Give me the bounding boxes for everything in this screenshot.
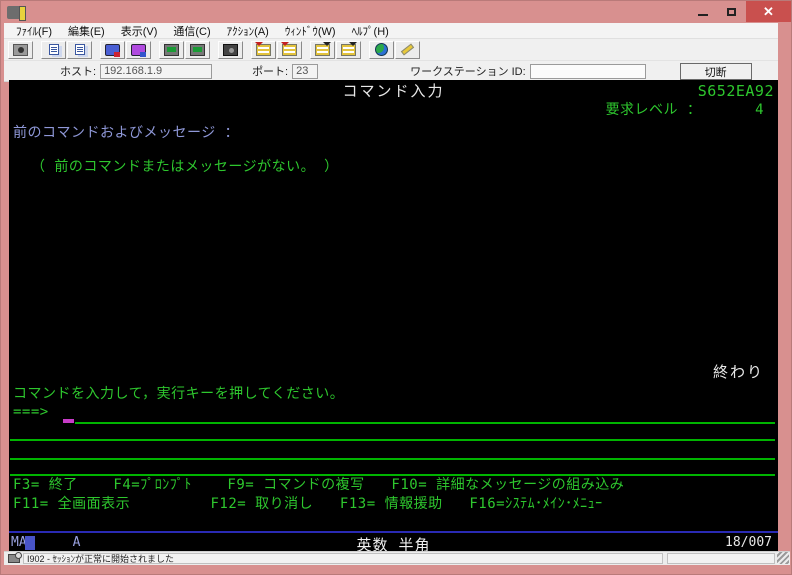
receive-file-icon xyxy=(131,44,146,56)
menu-help[interactable]: ﾍﾙﾌﾟ(H) xyxy=(344,22,397,40)
copy-button[interactable] xyxy=(41,41,66,59)
play-macro-icon xyxy=(315,44,330,56)
command-input-line-3[interactable] xyxy=(10,458,775,460)
display-setup-button[interactable] xyxy=(185,41,210,59)
web-browser-icon xyxy=(375,43,388,56)
command-prompt-message: コマンドを入力して，実行キーを押してください。 xyxy=(13,386,344,402)
oia-cursor-position: 18/007 xyxy=(725,535,772,550)
connection-bar: ホスト: ポート: ワークステーション ID: 切断 xyxy=(4,61,778,82)
command-input-prompt: ===> xyxy=(13,404,49,420)
stop-macro-icon xyxy=(282,44,297,56)
window-chrome: ﾌｧｲﾙ(F) 編集(E) 表示(V) 通信(C) ｱｸｼｮﾝ(A) ｳｨﾝﾄﾞ… xyxy=(4,23,778,82)
end-marker: 終わり xyxy=(713,364,764,380)
record-macro-button[interactable] xyxy=(251,41,276,59)
screen-capture-button[interactable] xyxy=(218,41,243,59)
operator-information-area: MA A 英数 半角 18/007 xyxy=(9,531,778,551)
text-cursor xyxy=(63,419,74,423)
function-keys-row-2: F11= 全画面表示 F12= 取り消し F13= 情報援助 F16=ｼｽﾃﾑ･… xyxy=(13,496,603,512)
command-input-line-1[interactable] xyxy=(75,422,775,424)
maximize-icon[interactable] xyxy=(717,1,746,22)
menu-communication[interactable]: 通信(C) xyxy=(165,22,218,40)
send-file-icon xyxy=(105,44,120,56)
function-keys-row-1: F3= 終了 F4=ﾌﾟﾛﾝﾌﾟﾄ F9= コマンドの複写 F10= 詳細なメッ… xyxy=(13,477,624,493)
terminal-screen[interactable]: コマンド入力 S652EA92 要求レベル ： 4 前のコマンドおよびメッセージ… xyxy=(9,80,778,531)
send-file-button[interactable] xyxy=(100,41,125,59)
system-id: S652EA92 xyxy=(698,83,774,99)
previous-commands-label: 前のコマンドおよびメッセージ ： xyxy=(13,125,239,141)
new-session-icon xyxy=(13,44,28,56)
menubar: ﾌｧｲﾙ(F) 編集(E) 表示(V) 通信(C) ｱｸｼｮﾝ(A) ｳｨﾝﾄﾞ… xyxy=(4,23,778,39)
minimize-icon[interactable] xyxy=(688,1,717,22)
record-macro-icon xyxy=(256,44,271,56)
request-level: 要求レベル ： 4 xyxy=(606,102,764,118)
status-message: I902 - ｾｯｼｮﾝが正常に開始されました xyxy=(23,553,663,564)
pen-button[interactable] xyxy=(395,41,420,59)
menu-edit[interactable]: 編集(E) xyxy=(60,22,113,40)
new-session-button[interactable] xyxy=(8,41,33,59)
screen-capture-icon xyxy=(223,44,238,56)
emulator-window: ✕ ﾌｧｲﾙ(F) 編集(E) 表示(V) 通信(C) ｱｸｼｮﾝ(A) ｳｨﾝ… xyxy=(0,0,792,575)
paste-icon xyxy=(75,44,85,55)
host-label: ホスト: xyxy=(60,63,96,79)
workstation-id-input[interactable] xyxy=(530,64,646,79)
command-input-line-2[interactable] xyxy=(10,439,775,441)
menu-actions[interactable]: ｱｸｼｮﾝ(A) xyxy=(219,22,277,40)
titlebar[interactable]: ✕ xyxy=(1,1,791,23)
session-status-icon xyxy=(8,554,20,563)
menu-window[interactable]: ｳｨﾝﾄﾞｳ(W) xyxy=(277,22,344,40)
disconnect-button[interactable]: 切断 xyxy=(680,63,752,80)
display-setup-icon xyxy=(190,44,205,56)
web-browser-button[interactable] xyxy=(369,41,394,59)
statusbar: I902 - ｾｯｼｮﾝが正常に開始されました xyxy=(4,551,790,565)
display-session-button[interactable] xyxy=(159,41,184,59)
toolbar xyxy=(4,39,778,61)
copy-icon xyxy=(49,44,59,55)
keyboard-map-button[interactable] xyxy=(336,41,361,59)
pen-icon xyxy=(401,44,414,56)
menu-view[interactable]: 表示(V) xyxy=(113,22,166,40)
keyboard-map-icon xyxy=(341,44,356,56)
menu-file[interactable]: ﾌｧｲﾙ(F) xyxy=(8,22,60,40)
receive-file-button[interactable] xyxy=(126,41,151,59)
no-previous-message: （ 前のコマンドまたはメッセージがない。 ） xyxy=(31,159,339,175)
play-macro-button[interactable] xyxy=(310,41,335,59)
display-session-icon xyxy=(164,44,179,56)
workstation-id-label: ワークステーション ID: xyxy=(410,63,526,79)
port-label: ポート: xyxy=(252,63,288,79)
resize-grip-icon[interactable] xyxy=(777,552,789,564)
stop-macro-button[interactable] xyxy=(277,41,302,59)
paste-button[interactable] xyxy=(67,41,92,59)
screen-title: コマンド入力 xyxy=(9,83,778,99)
command-input-line-4[interactable] xyxy=(10,474,775,476)
app-icon xyxy=(7,6,22,19)
status-panel-secondary xyxy=(667,553,775,564)
host-input[interactable] xyxy=(100,64,212,79)
close-icon[interactable]: ✕ xyxy=(746,1,791,22)
port-input[interactable] xyxy=(292,64,318,79)
